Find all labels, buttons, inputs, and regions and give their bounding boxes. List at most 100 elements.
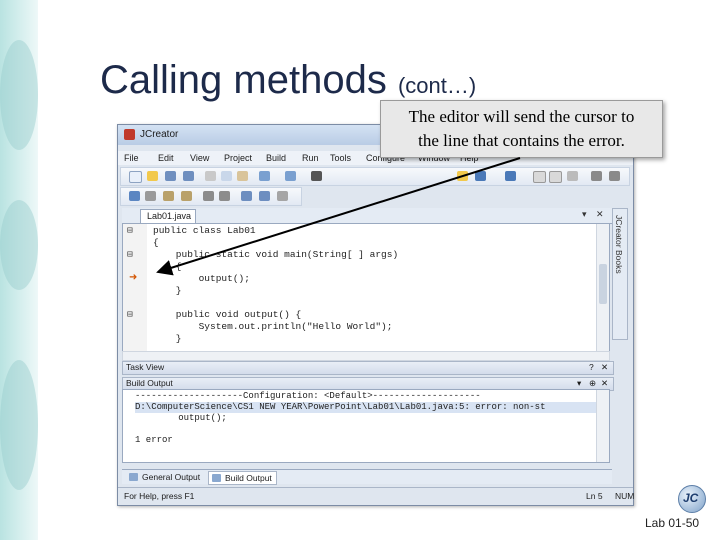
forward-icon[interactable] bbox=[609, 171, 620, 181]
fold-marker[interactable]: ⊟ bbox=[127, 309, 133, 320]
build-output-label: Build Output bbox=[126, 378, 173, 388]
callout-line-2: the line that contains the error. bbox=[418, 131, 625, 150]
menu-build[interactable]: Build bbox=[266, 153, 286, 163]
menu-view[interactable]: View bbox=[190, 153, 209, 163]
fold-marker[interactable]: ⊟ bbox=[127, 249, 133, 260]
tab-build-output[interactable]: Build Output bbox=[208, 471, 277, 485]
tab-list-icon[interactable]: ▾ bbox=[582, 209, 587, 220]
format-icon[interactable] bbox=[241, 191, 252, 201]
build-icon bbox=[212, 474, 221, 482]
code-line-8: public void output() { bbox=[153, 309, 302, 320]
menu-tools[interactable]: Tools bbox=[330, 153, 351, 163]
pane-menu-icon[interactable]: ▾ bbox=[577, 378, 581, 389]
jcreator-books-pane[interactable]: JCreator Books bbox=[612, 208, 628, 340]
windows-icon[interactable] bbox=[549, 171, 562, 183]
run-icon[interactable] bbox=[475, 171, 486, 181]
editor-vertical-scrollbar[interactable] bbox=[596, 224, 609, 352]
close-pane-icon[interactable]: ✕ bbox=[601, 362, 608, 373]
menu-project[interactable]: Project bbox=[224, 153, 252, 163]
outdent-icon[interactable] bbox=[219, 191, 230, 201]
slide-title: Calling methods (cont…) bbox=[100, 58, 476, 103]
cut-icon[interactable] bbox=[205, 171, 216, 181]
jc-logo: JC bbox=[678, 485, 706, 513]
code-line-4: { bbox=[153, 261, 182, 272]
toolbar-edit bbox=[120, 187, 302, 206]
editor-horizontal-scrollbar[interactable] bbox=[122, 351, 610, 361]
status-help-text: For Help, press F1 bbox=[124, 491, 195, 501]
task-view-header: Task View ? ✕ bbox=[122, 361, 614, 375]
logo-text: JC bbox=[683, 491, 699, 505]
menu-edit[interactable]: Edit bbox=[158, 153, 174, 163]
app-icon bbox=[124, 129, 135, 140]
editor-tab-strip: Lab01.java ▾ ✕ bbox=[122, 208, 612, 224]
help-icon[interactable]: ? bbox=[589, 362, 594, 372]
tab-label: Lab01.java bbox=[147, 211, 192, 221]
fold-marker[interactable]: ⊟ bbox=[127, 225, 133, 236]
toggle-bookmark-icon[interactable] bbox=[129, 191, 140, 201]
output-line-1: --------------------Configuration: <Defa… bbox=[135, 391, 481, 401]
slide-title-sub: (cont…) bbox=[397, 73, 477, 98]
general-output-label: General Output bbox=[142, 472, 201, 482]
code-editor[interactable]: ⊟ ⊟ ⊟ ➜ public class Lab01 { public stat… bbox=[122, 223, 610, 353]
task-view-label: Task View bbox=[126, 362, 165, 372]
toolbar-main bbox=[120, 167, 630, 186]
output-icon bbox=[129, 473, 138, 481]
menu-run[interactable]: Run bbox=[302, 153, 319, 163]
debug-icon[interactable] bbox=[505, 171, 516, 181]
sort-icon[interactable] bbox=[259, 191, 270, 201]
decorative-sidebar bbox=[0, 0, 38, 540]
toolbar-options-icon[interactable] bbox=[277, 191, 288, 201]
indent-icon[interactable] bbox=[203, 191, 214, 201]
output-line-2[interactable]: D:\ComputerScience\CS1 NEW YEAR\PowerPoi… bbox=[135, 402, 545, 412]
code-line-1: public class Lab01 bbox=[153, 225, 256, 236]
code-area[interactable]: public class Lab01 { public static void … bbox=[147, 224, 597, 352]
error-line-marker-icon: ➜ bbox=[129, 272, 138, 283]
build-output-tab-label: Build Output bbox=[225, 473, 272, 483]
callout-line-1: The editor will send the cursor to bbox=[408, 107, 635, 126]
sidebar-swirl bbox=[0, 200, 38, 290]
uncomment-icon[interactable] bbox=[181, 191, 192, 201]
open-project-icon[interactable] bbox=[457, 171, 468, 181]
close-output-icon[interactable]: ✕ bbox=[601, 378, 608, 389]
tools-icon[interactable] bbox=[567, 171, 578, 181]
output-line-5: 1 error bbox=[135, 435, 173, 445]
side-pane-label: JCreator Books bbox=[614, 215, 624, 274]
slide-title-main: Calling methods bbox=[100, 58, 387, 102]
output-tab-strip: General Output Build Output bbox=[122, 469, 612, 485]
scrollbar-thumb[interactable] bbox=[599, 264, 607, 304]
code-line-3: public static void main(String[ ] args) bbox=[153, 249, 399, 260]
redo-icon[interactable] bbox=[285, 171, 296, 181]
page-number: Lab 01-50 bbox=[645, 516, 700, 530]
next-bookmark-icon[interactable] bbox=[145, 191, 156, 201]
paste-icon[interactable] bbox=[237, 171, 248, 181]
code-line-9: System.out.println("Hello World"); bbox=[153, 321, 393, 332]
code-line-2: { bbox=[153, 237, 159, 248]
sidebar-swirl bbox=[0, 360, 38, 490]
save-icon[interactable] bbox=[165, 171, 176, 181]
jcreator-window: JCreator File Edit View Project Build Ru… bbox=[117, 124, 634, 506]
output-vertical-scrollbar[interactable] bbox=[596, 390, 609, 462]
back-icon[interactable] bbox=[591, 171, 602, 181]
menu-file[interactable]: File bbox=[124, 153, 139, 163]
close-tab-icon[interactable]: ✕ bbox=[596, 209, 604, 220]
status-bar: For Help, press F1 Ln 5 NUM bbox=[118, 487, 635, 505]
code-line-10: } bbox=[153, 333, 182, 344]
build-output-panel[interactable]: --------------------Configuration: <Defa… bbox=[122, 389, 610, 463]
pin-icon[interactable]: ⊕ bbox=[589, 378, 596, 389]
save-all-icon[interactable] bbox=[183, 171, 194, 181]
output-line-3: output(); bbox=[135, 413, 227, 423]
undo-icon[interactable] bbox=[259, 171, 270, 181]
find-icon[interactable] bbox=[311, 171, 322, 181]
editor-gutter bbox=[123, 224, 147, 352]
code-line-6: } bbox=[153, 285, 182, 296]
tab-general-output[interactable]: General Output bbox=[126, 471, 204, 483]
tab-lab01-java[interactable]: Lab01.java bbox=[140, 209, 196, 223]
window-title: JCreator bbox=[140, 129, 179, 140]
window-icon[interactable] bbox=[533, 171, 546, 183]
open-folder-icon[interactable] bbox=[147, 171, 158, 181]
sidebar-swirl bbox=[0, 40, 38, 150]
status-num-lock: NUM bbox=[615, 491, 635, 501]
comment-icon[interactable] bbox=[163, 191, 174, 201]
new-file-icon[interactable] bbox=[129, 171, 142, 183]
copy-icon[interactable] bbox=[221, 171, 232, 181]
